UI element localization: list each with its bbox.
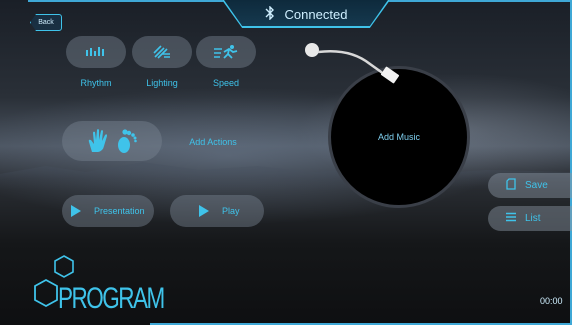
save-label: Save xyxy=(525,180,548,191)
program-title: PROGRAM xyxy=(58,282,165,315)
speed-icon xyxy=(213,44,239,60)
add-music-label: Add Music xyxy=(377,132,421,142)
bluetooth-icon xyxy=(265,4,275,23)
play-label: Play xyxy=(222,206,240,216)
play-button[interactable]: Play xyxy=(170,195,264,227)
save-button[interactable]: Save xyxy=(488,173,572,198)
back-button[interactable]: Back xyxy=(30,14,62,31)
rhythm-button[interactable] xyxy=(66,36,126,68)
foot-icon xyxy=(114,128,138,154)
rhythm-label: Rhythm xyxy=(80,78,112,88)
connection-status: Connected xyxy=(222,0,390,28)
lighting-icon xyxy=(152,44,172,60)
rhythm-icon xyxy=(85,46,107,58)
list-icon xyxy=(506,212,516,225)
speed-button[interactable] xyxy=(196,36,256,68)
hand-icon xyxy=(86,128,112,154)
list-button[interactable]: List xyxy=(488,206,572,231)
connection-status-label: Connected xyxy=(284,6,348,22)
save-icon xyxy=(506,178,516,193)
speed-label: Speed xyxy=(212,78,240,88)
add-actions-label: Add Actions xyxy=(189,137,237,147)
presentation-label: Presentation xyxy=(94,206,145,216)
lighting-label: Lighting xyxy=(146,78,178,88)
presentation-button[interactable]: Presentation xyxy=(62,195,154,227)
play-icon xyxy=(198,204,210,218)
time-display: 00:00 xyxy=(540,296,563,306)
add-actions-button[interactable] xyxy=(62,121,162,161)
lighting-button[interactable] xyxy=(132,36,192,68)
play-triangle-icon xyxy=(70,204,82,218)
list-label: List xyxy=(525,213,541,224)
tonearm-icon xyxy=(305,43,400,84)
